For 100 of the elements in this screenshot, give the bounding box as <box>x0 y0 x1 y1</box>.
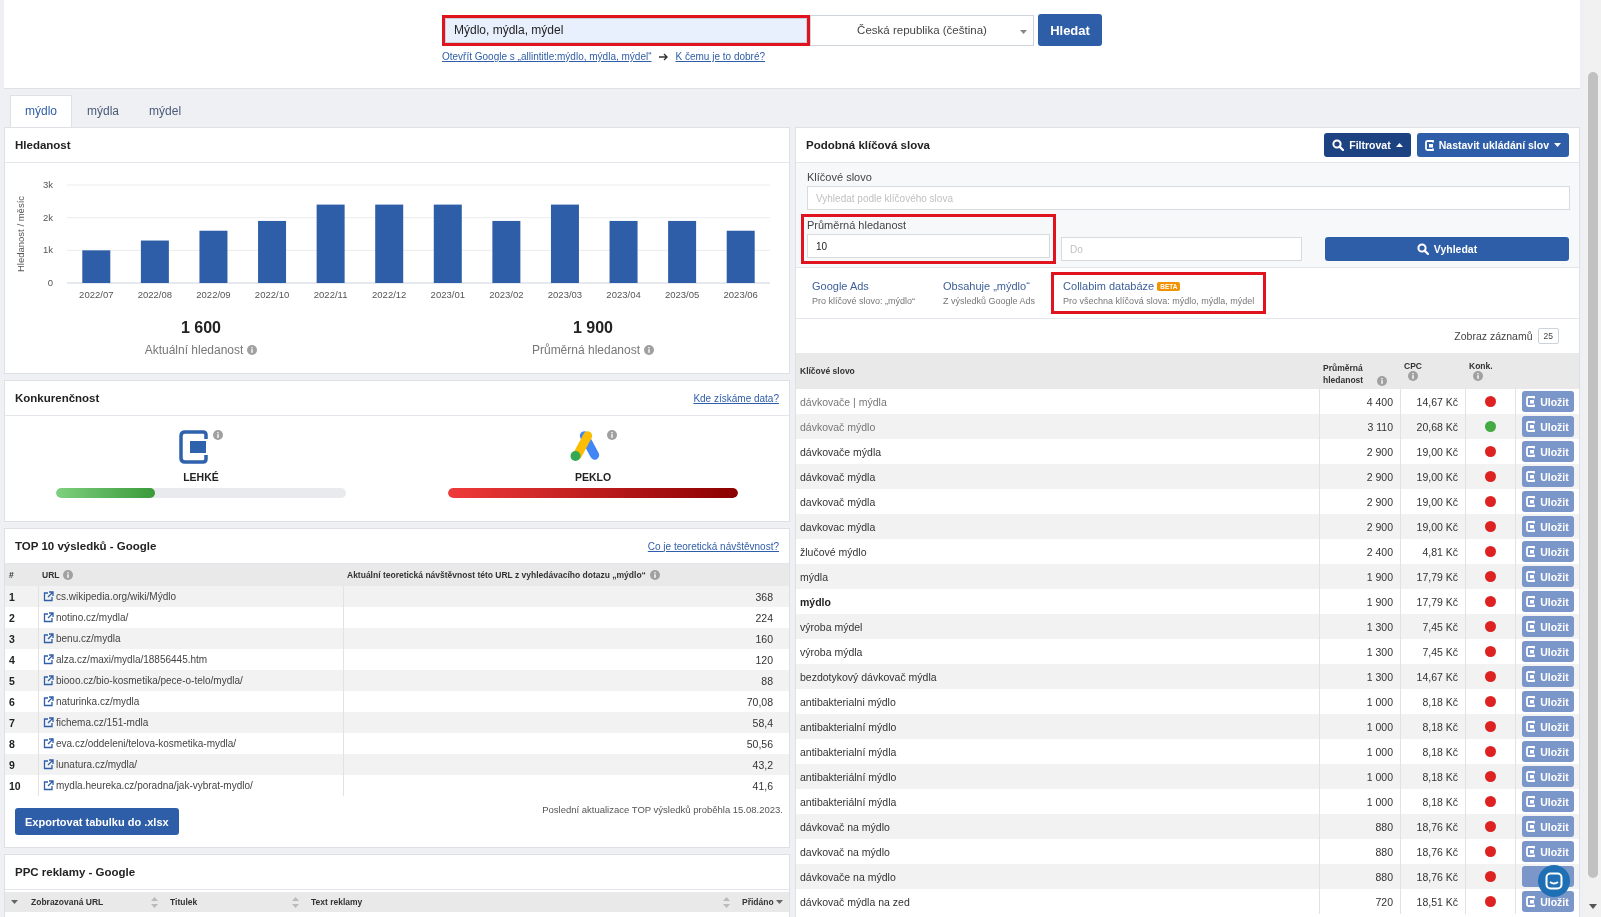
url-link[interactable]: eva.cz/oddeleni/telova-kosmetika-mydla/ <box>56 738 237 749</box>
save-settings-button[interactable]: Nastavit ukládání slov <box>1416 133 1569 157</box>
source-tab[interactable]: Google Ads Pro klíčové slovo: „mýdlo“ <box>800 272 928 314</box>
c-logo-icon <box>1526 746 1536 757</box>
rating-label: LEHKÉ <box>183 471 219 483</box>
keyword-cell-text: antibakteriální mýdlo <box>799 769 898 785</box>
column-header: CPC <box>1404 361 1422 371</box>
url-link[interactable]: biooo.cz/bio-kosmetika/pece-o-telo/mydla/ <box>56 675 243 686</box>
table-cell: 19,00 Kč <box>1416 495 1458 508</box>
card-title: PPC reklamy - Google <box>15 866 136 878</box>
google-link[interactable]: Otevřít Google s „allintitle:mýdlo, mýdla, mýdel“ <box>442 51 652 62</box>
c-logo-icon <box>1526 521 1536 532</box>
table-cell: 1 000 <box>1366 720 1393 733</box>
table-cell: 18,76 Kč <box>1416 820 1458 833</box>
table-cell: 17,79 Kč <box>1416 570 1458 583</box>
table-cell: 4,81 Kč <box>1422 545 1458 558</box>
url-link[interactable]: alza.cz/maxi/mydla/18856445.htm <box>56 654 208 665</box>
url-link[interactable]: lunatura.cz/mydla/ <box>56 759 138 770</box>
search-button[interactable]: Hledat <box>1038 14 1102 46</box>
c-logo-icon <box>1526 696 1536 707</box>
scroll-down-icon[interactable] <box>1589 904 1597 909</box>
axis-label: 2022/08 <box>137 289 173 300</box>
table-cell: 2 900 <box>1366 495 1393 508</box>
source-subtitle: Z výsledků Google Ads <box>943 296 1036 306</box>
keyword-tab[interactable]: mýdla <box>72 95 135 127</box>
url-link[interactable]: mydla.heureka.cz/poradna/jak-vybrat-mydlo/ <box>56 780 253 791</box>
table-cell: 3 <box>9 632 15 645</box>
c-logo-icon <box>1526 446 1536 457</box>
keyword-cell-text: mýdlo <box>799 594 832 610</box>
keyword-tab[interactable]: mýdel <box>134 95 197 127</box>
table-cell: 4 <box>9 653 15 666</box>
column-header: Zobrazovaná URL <box>31 897 104 907</box>
url-link[interactable]: notino.cz/mydla/ <box>56 612 129 623</box>
source-tab[interactable]: Obsahuje „mýdlo“ Z výsledků Google Ads <box>931 272 1048 314</box>
c-logo-icon <box>1526 796 1536 807</box>
table-cell: 1 <box>9 590 15 603</box>
card-title: Podobná klíčová slova <box>806 139 930 151</box>
sort-icon <box>292 896 299 908</box>
help-link[interactable]: Co je teoretická návštěvnost? <box>647 540 779 552</box>
table-cell: 1 300 <box>1366 670 1393 683</box>
url-link[interactable]: fichema.cz/151-mdla <box>56 717 149 728</box>
url-link[interactable]: naturinka.cz/mydla <box>56 696 140 707</box>
table-cell: 3 110 <box>1367 420 1393 433</box>
table-cell: 160 <box>755 632 773 645</box>
chart-bar <box>609 220 638 283</box>
arrow-right-icon <box>658 52 669 61</box>
table-cell: 20,68 Kč <box>1416 420 1458 433</box>
page-size-field[interactable]: 25 <box>1537 328 1559 344</box>
axis-label: 2022/09 <box>196 289 231 300</box>
url-link[interactable]: benu.cz/mydla <box>56 633 121 644</box>
keyword-field[interactable]: Vyhledat podle klíčového slova <box>807 186 1570 210</box>
external-link-icon <box>43 717 54 728</box>
info-icon <box>607 430 617 440</box>
table-cell: 19,00 Kč <box>1416 470 1458 483</box>
table-cell: 2 900 <box>1366 445 1393 458</box>
chart-bar <box>258 220 287 283</box>
keyword-cell-text: davkovač na mýdlo <box>799 844 891 860</box>
table-cell: 18,76 Kč <box>1416 845 1458 858</box>
field-label: Průměrná hledanost <box>807 219 908 231</box>
stat-label: Aktuální hledanost <box>144 343 244 357</box>
keyword-cell-text: davkovac mýdla <box>799 519 877 535</box>
url-link[interactable]: cs.wikipedia.org/wiki/Mýdlo <box>56 591 177 602</box>
keyword-cell-text: dávkovač mýdlo <box>799 419 877 435</box>
external-link-icon <box>43 591 54 602</box>
source-subtitle: Pro klíčové slovo: „mýdlo“ <box>812 296 916 306</box>
column-header: Klíčové slovo <box>800 366 855 376</box>
table-cell: 2 900 <box>1366 470 1393 483</box>
volume-from-field[interactable]: 10 <box>807 234 1050 258</box>
country-select[interactable]: Česká republika (čeština) <box>810 14 1034 46</box>
keyword-tab[interactable]: mýdlo <box>10 95 72 127</box>
c-logo-icon <box>1526 846 1536 857</box>
axis-label: 2023/02 <box>489 289 524 300</box>
export-button[interactable]: Exportovat tabulku do .xlsx <box>15 808 179 835</box>
filter-button[interactable]: Filtrovat <box>1324 133 1411 157</box>
chart-bar <box>82 250 111 283</box>
volume-to-field[interactable]: Do <box>1061 237 1302 261</box>
table-cell: 2 <box>9 611 15 624</box>
external-link-icon <box>43 696 54 707</box>
search-button[interactable]: Vyhledat <box>1325 237 1569 261</box>
table-cell: 8,18 Kč <box>1422 745 1458 758</box>
table-cell: 1 000 <box>1366 795 1393 808</box>
chat-toast[interactable] <box>1538 865 1570 897</box>
keyword-cell-text: antibakterialni mýdlo <box>799 694 897 710</box>
c-logo-icon <box>1526 646 1536 657</box>
keyword-cell-text: antibakterialní mýdlo <box>799 719 898 735</box>
table-cell: 8,18 Kč <box>1422 695 1458 708</box>
table-cell: 1 300 <box>1366 620 1393 633</box>
field-label: Klíčové slovo <box>807 171 873 183</box>
search-field[interactable]: Mýdlo, mýdla, mýdel <box>445 17 807 43</box>
c-logo-icon <box>179 430 209 464</box>
c-logo-icon <box>1526 621 1536 632</box>
help-link[interactable]: K čemu je to dobré? <box>675 51 765 62</box>
help-link[interactable]: Kde získáme data? <box>693 392 779 404</box>
card-title: Konkurenčnost <box>15 392 100 404</box>
scrollbar-thumb[interactable] <box>1588 72 1598 878</box>
axis-label: 1k <box>42 244 53 256</box>
c-logo-icon <box>1526 546 1536 557</box>
c-logo-icon <box>1526 771 1536 782</box>
external-link-icon <box>43 738 54 749</box>
keyword-cell-text: dávkovače | mýdla <box>799 394 888 410</box>
